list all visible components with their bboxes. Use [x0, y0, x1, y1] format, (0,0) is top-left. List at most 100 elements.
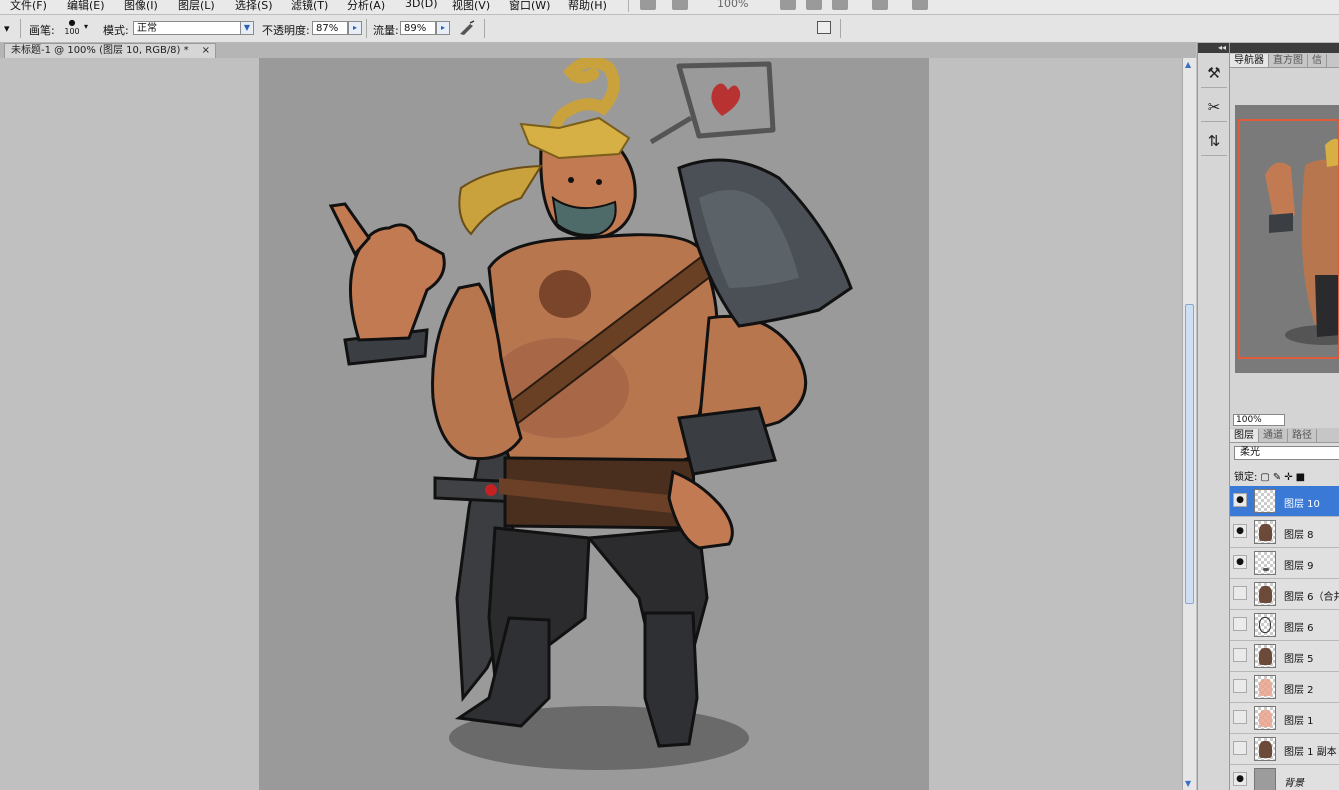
layer-row[interactable]: ● 图层 8 — [1230, 517, 1339, 548]
layer-row[interactable]: 图层 6（合并 — [1230, 579, 1339, 610]
lock-pixels-icon[interactable]: ✎ — [1273, 472, 1281, 483]
layer-name: 图层 6（合并 — [1284, 592, 1339, 603]
visibility-toggle-empty[interactable] — [1233, 648, 1247, 662]
layer-row-background[interactable]: ● 背景 — [1230, 765, 1339, 790]
visibility-eye-icon[interactable]: ● — [1233, 772, 1247, 786]
view-extras-icon[interactable] — [672, 0, 688, 10]
brush-panel-icon[interactable]: ✂ — [1201, 93, 1227, 122]
tab-layers[interactable]: 图层 — [1230, 429, 1259, 442]
rotate-view-icon[interactable] — [832, 0, 848, 10]
zoom-tool-icon[interactable] — [806, 0, 822, 10]
menu-file[interactable]: 文件(F) — [10, 0, 47, 13]
lock-position-icon[interactable]: ✛ — [1284, 472, 1292, 483]
opacity-value: 87% — [316, 23, 339, 34]
tab-channels[interactable]: 通道 — [1259, 429, 1288, 442]
separator — [366, 19, 367, 38]
visibility-toggle-empty[interactable] — [1233, 741, 1247, 755]
arrange-documents-icon[interactable] — [872, 0, 888, 10]
opacity-slider-icon[interactable]: ▸ — [348, 21, 362, 35]
layer-thumbnail — [1254, 613, 1276, 637]
flow-value: 89% — [404, 23, 427, 34]
layer-thumbnail — [1254, 489, 1276, 513]
tab-histogram[interactable]: 直方图 — [1269, 54, 1308, 67]
layer-thumbnail — [1254, 644, 1276, 668]
layer-name: 图层 8 — [1284, 530, 1314, 541]
hand-tool-icon[interactable] — [780, 0, 796, 10]
tool-preset-icon[interactable]: ▾ — [4, 22, 10, 35]
layers-tabs: 图层 通道 路径 — [1230, 428, 1339, 443]
screen-mode-icon[interactable] — [912, 0, 928, 10]
palette-toggle-icon[interactable] — [817, 21, 831, 34]
menu-window[interactable]: 窗口(W) — [509, 0, 550, 13]
layer-thumbnail — [1254, 520, 1276, 544]
brush-dropdown-icon[interactable]: ▾ — [84, 22, 88, 31]
visibility-toggle-empty[interactable] — [1233, 617, 1247, 631]
opacity-input[interactable]: 87% — [312, 21, 348, 35]
menu-analysis[interactable]: 分析(A) — [347, 0, 385, 13]
tab-navigator[interactable]: 导航器 — [1230, 54, 1269, 67]
zoom-level[interactable]: 100% — [717, 0, 748, 10]
scroll-down-icon[interactable]: ▼ — [1185, 779, 1191, 788]
layer-row[interactable]: 图层 5 — [1230, 641, 1339, 672]
clone-source-icon[interactable]: ⇅ — [1201, 127, 1227, 156]
lock-transparency-icon[interactable]: ▢ — [1260, 472, 1269, 483]
menu-layer[interactable]: 图层(L) — [178, 0, 215, 13]
layer-name: 图层 6 — [1284, 623, 1314, 634]
scroll-up-icon[interactable]: ▲ — [1185, 60, 1191, 69]
layer-row[interactable]: 图层 1 — [1230, 703, 1339, 734]
layer-row[interactable]: ● 图层 9 — [1230, 548, 1339, 579]
visibility-eye-icon[interactable]: ● — [1233, 493, 1247, 507]
blend-mode-select[interactable]: 柔光 — [1234, 446, 1339, 460]
layer-name: 图层 10 — [1284, 499, 1320, 510]
tab-paths[interactable]: 路径 — [1288, 429, 1317, 442]
opacity-label: 不透明度: — [262, 24, 310, 37]
layer-thumbnail — [1254, 551, 1276, 575]
collapse-dock-icon[interactable]: ◂◂ — [1198, 43, 1229, 53]
menu-edit[interactable]: 编辑(E) — [67, 0, 105, 13]
lock-label: 锁定: — [1234, 472, 1258, 483]
menu-help[interactable]: 帮助(H) — [568, 0, 607, 13]
close-tab-icon[interactable]: × — [202, 44, 210, 57]
flow-slider-icon[interactable]: ▸ — [436, 21, 450, 35]
tab-info[interactable]: 信 — [1308, 54, 1327, 67]
lock-all-icon[interactable]: ■ — [1296, 472, 1305, 483]
bridge-icon[interactable] — [640, 0, 656, 10]
vertical-scrollbar[interactable]: ▲ ▼ — [1182, 58, 1196, 790]
layer-thumbnail — [1254, 582, 1276, 606]
navigator-zoom-value: 100% — [1236, 415, 1262, 425]
visibility-toggle-empty[interactable] — [1233, 679, 1247, 693]
menu-select[interactable]: 选择(S) — [235, 0, 273, 13]
flow-input[interactable]: 89% — [400, 21, 436, 35]
document-tab[interactable]: 未标题-1 @ 100% (图层 10, RGB/8) * × — [4, 43, 216, 58]
navigator-zoom-input[interactable]: 100% — [1233, 414, 1285, 426]
navigator-panel: 导航器 直方图信 100% — [1229, 43, 1339, 428]
options-bar: ▾ 画笔: ● 100 ▾ 模式: 正常 ▼ 不透明度: 87% ▸ 流量: 8… — [0, 15, 1339, 43]
airbrush-icon[interactable] — [458, 20, 476, 36]
layer-thumbnail — [1254, 737, 1276, 761]
panel-header — [1230, 43, 1339, 53]
visibility-eye-icon[interactable]: ● — [1233, 524, 1247, 538]
scroll-thumb[interactable] — [1185, 304, 1194, 604]
visibility-toggle-empty[interactable] — [1233, 586, 1247, 600]
layer-thumbnail — [1254, 768, 1276, 790]
layer-row[interactable]: 图层 1 副本 — [1230, 734, 1339, 765]
visibility-toggle-empty[interactable] — [1233, 710, 1247, 724]
menu-image[interactable]: 图像(I) — [124, 0, 158, 13]
brush-tip-icon: ● — [68, 18, 76, 27]
navigator-view-box[interactable] — [1238, 119, 1339, 359]
menu-view[interactable]: 视图(V) — [452, 0, 490, 13]
mode-select[interactable]: 正常 — [133, 21, 254, 35]
layer-row[interactable]: ● 图层 10 — [1230, 486, 1339, 517]
menu-bar: 文件(F) 编辑(E) 图像(I) 图层(L) 选择(S) 滤镜(T) 分析(A… — [0, 0, 1339, 15]
brush-preset-picker[interactable]: ● 100 — [64, 18, 80, 40]
layer-row[interactable]: 图层 6 — [1230, 610, 1339, 641]
menu-3d[interactable]: 3D(D) — [405, 0, 438, 10]
menu-filter[interactable]: 滤镜(T) — [291, 0, 328, 13]
mode-dropdown-icon[interactable]: ▼ — [240, 21, 254, 35]
document-canvas[interactable] — [259, 58, 929, 790]
layer-row[interactable]: 图层 2 — [1230, 672, 1339, 703]
tool-presets-icon[interactable]: ⚒ — [1201, 59, 1227, 88]
separator — [20, 19, 21, 38]
artwork-illustration — [328, 58, 853, 770]
visibility-eye-icon[interactable]: ● — [1233, 555, 1247, 569]
